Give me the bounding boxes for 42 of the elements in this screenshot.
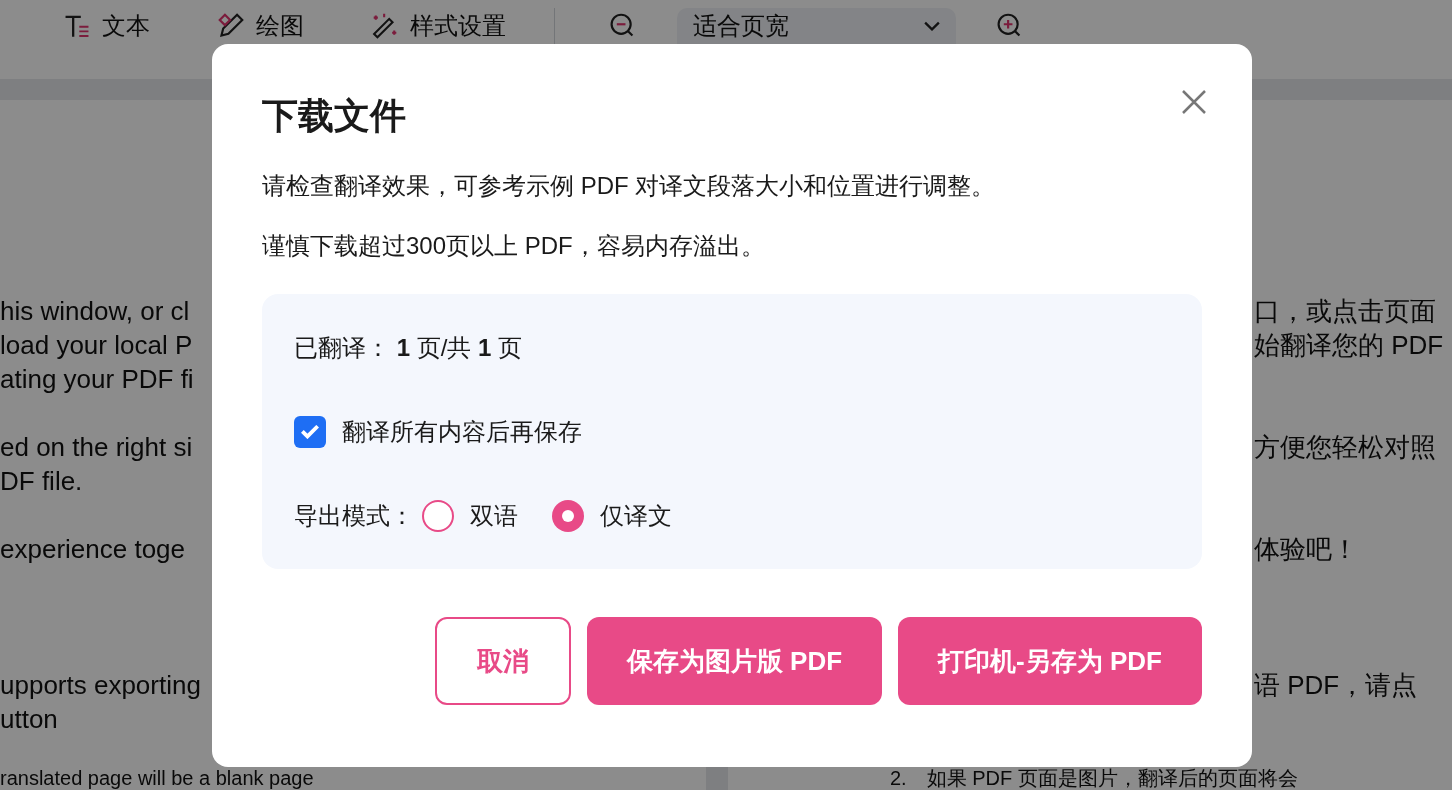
pencil-ruler-icon: [218, 13, 244, 39]
document-text: ranslated page will be a blank page: [0, 767, 314, 789]
dialog-message: 谨慎下载超过300页以上 PDF，容易内存溢出。: [262, 231, 766, 261]
document-text: 如果 PDF 页面是图片，翻译后的页面将会: [926, 767, 1298, 789]
tool-button[interactable]: 文本: [102, 14, 150, 38]
document-text: utton: [0, 703, 58, 736]
document-text: DF file.: [0, 465, 83, 498]
document-text: 口，或点击页面: [1254, 295, 1436, 328]
document-text: his window, or cl: [0, 295, 190, 328]
check-icon: [301, 425, 319, 439]
document-text: 语 PDF，请点: [1254, 669, 1418, 702]
document-text: 方便您轻松对照: [1254, 431, 1436, 464]
caret-icon: [924, 21, 940, 31]
dialog-title: 下载文件: [262, 94, 406, 138]
zoom-in-icon[interactable]: [996, 13, 1022, 39]
export-mode-label: 导出模式：: [294, 501, 414, 531]
text-icon: [64, 13, 90, 39]
progress-text: 已翻译： 1 页/共 1 页: [294, 333, 523, 363]
close-icon[interactable]: [1180, 88, 1208, 116]
radio-label: 仅译文: [600, 501, 672, 531]
tool-button[interactable]: 绘图: [256, 14, 304, 38]
checkbox[interactable]: [294, 416, 326, 448]
save-button[interactable]: 打印机-另存为 PDF: [898, 617, 1202, 705]
save-button[interactable]: 保存为图片版 PDF: [586, 617, 883, 705]
document-text: 体验吧！: [1254, 533, 1358, 566]
magic-wand-icon: [372, 13, 398, 39]
document-text: ed on the right si: [0, 431, 193, 464]
radio-label: 双语: [470, 501, 518, 531]
zoom-select[interactable]: 适合页宽: [677, 8, 956, 44]
checkbox-label: 翻译所有内容后再保存: [342, 417, 582, 447]
list-number: 2.: [890, 767, 907, 789]
document-text: upports exporting: [0, 669, 201, 702]
radio-button[interactable]: [422, 500, 454, 532]
tool-button[interactable]: 样式设置: [410, 14, 506, 38]
radio-button[interactable]: [552, 500, 584, 532]
cancel-button[interactable]: 取消: [434, 617, 571, 705]
zoom-out-icon[interactable]: [609, 13, 635, 39]
dialog-message: 请检查翻译效果，可参考示例 PDF 对译文段落大小和位置进行调整。: [262, 171, 997, 201]
document-text: ating your PDF fi: [0, 363, 194, 396]
document-text: load your local P: [0, 329, 193, 362]
document-text: 始翻译您的 PDF: [1254, 329, 1444, 362]
document-text: experience toge: [0, 533, 186, 566]
